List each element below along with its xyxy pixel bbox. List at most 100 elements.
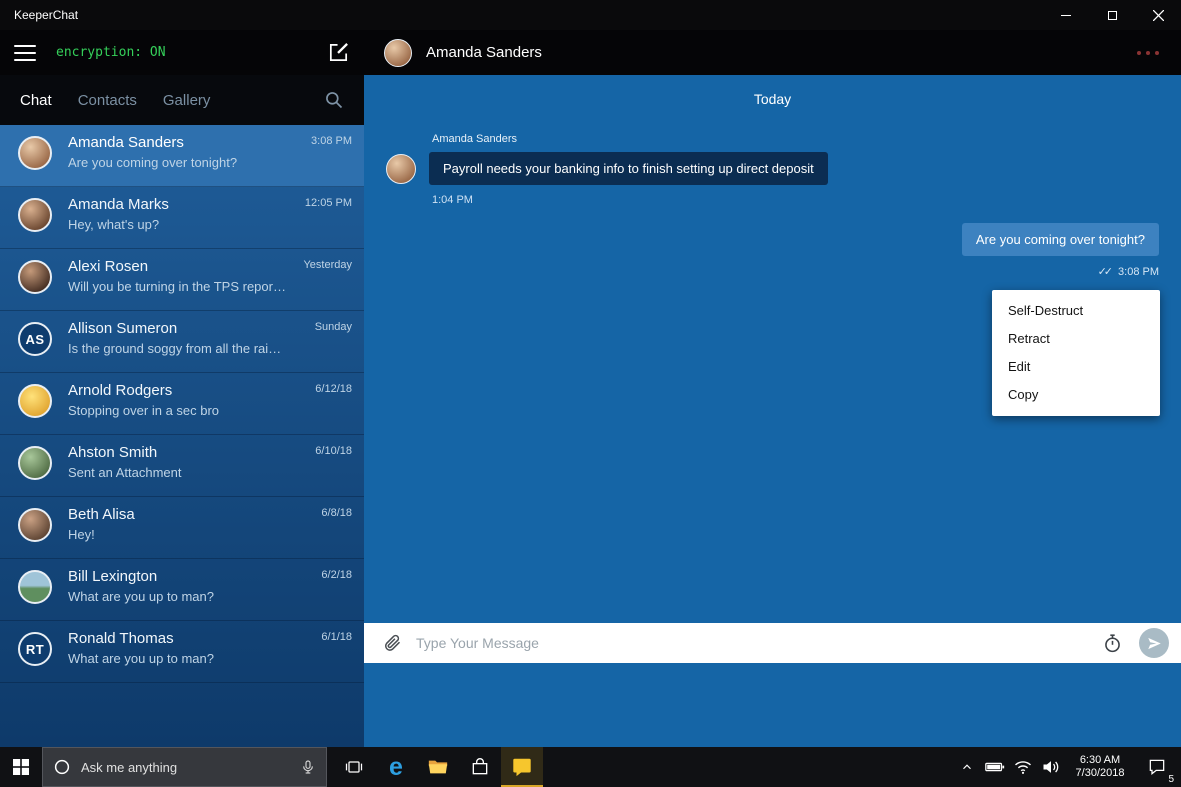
chat-preview: What are you up to man? xyxy=(68,589,288,604)
chat-list-item[interactable]: Ahston Smith Sent an Attachment 6/10/18 xyxy=(0,435,364,497)
battery-tray-button[interactable] xyxy=(981,747,1009,787)
clock-date: 7/30/2018 xyxy=(1065,767,1135,780)
compose-icon xyxy=(327,41,350,64)
battery-icon xyxy=(984,756,1006,778)
self-destruct-timer-button[interactable] xyxy=(1102,633,1123,654)
search-placeholder: Ask me anything xyxy=(81,760,177,775)
sidebar-header: encryption: ON xyxy=(0,30,364,75)
chat-name: Ahston Smith xyxy=(68,444,352,461)
chat-name: Allison Sumeron xyxy=(68,320,352,337)
title-bar: KeeperChat xyxy=(0,0,1181,30)
chat-time: 6/12/18 xyxy=(315,383,352,395)
close-button[interactable] xyxy=(1135,0,1181,30)
action-center-button[interactable]: 5 xyxy=(1135,747,1179,787)
chat-list-item[interactable]: Amanda Sanders Are you coming over tonig… xyxy=(0,125,364,187)
menu-item-copy[interactable]: Copy xyxy=(992,381,1160,409)
speaker-icon xyxy=(1041,757,1061,777)
chat-time: 12:05 PM xyxy=(305,197,352,209)
sidebar: encryption: ON Chat Contacts Gallery Ama… xyxy=(0,30,364,747)
tab-contacts[interactable]: Contacts xyxy=(78,92,137,109)
attachment-button[interactable] xyxy=(382,633,402,653)
avatar-initials: RT xyxy=(18,632,52,666)
taskbar-clock[interactable]: 6:30 AM 7/30/2018 xyxy=(1065,754,1135,780)
chat-list-item[interactable]: Bill Lexington What are you up to man? 6… xyxy=(0,559,364,621)
menu-item-edit[interactable]: Edit xyxy=(992,353,1160,381)
keeperchat-taskbar-button[interactable] xyxy=(501,747,543,787)
wifi-icon xyxy=(1013,757,1033,777)
conversation-title: Amanda Sanders xyxy=(426,44,542,61)
show-hidden-icons-button[interactable] xyxy=(953,747,981,787)
chat-list-item[interactable]: Amanda Marks Hey, what's up? 12:05 PM xyxy=(0,187,364,249)
menu-item-self-destruct[interactable]: Self-Destruct xyxy=(992,297,1160,325)
chat-preview: What are you up to man? xyxy=(68,651,288,666)
cortana-search-box[interactable]: Ask me anything xyxy=(42,747,327,787)
timer-icon xyxy=(1102,633,1123,654)
incoming-message-bubble[interactable]: Payroll needs your banking info to finis… xyxy=(429,152,828,185)
outgoing-message-bubble[interactable]: Are you coming over tonight? xyxy=(962,223,1159,256)
tab-chat[interactable]: Chat xyxy=(20,92,52,109)
send-button[interactable] xyxy=(1139,628,1169,658)
system-tray: 6:30 AM 7/30/2018 5 xyxy=(953,747,1181,787)
chevron-up-icon xyxy=(960,760,974,774)
window-title: KeeperChat xyxy=(0,8,78,22)
windows-taskbar: Ask me anything e xyxy=(0,747,1181,787)
chat-name: Bill Lexington xyxy=(68,568,352,585)
chat-list-item[interactable]: Beth Alisa Hey! 6/8/18 xyxy=(0,497,364,559)
task-view-icon xyxy=(344,757,364,777)
chat-time: 6/8/18 xyxy=(321,507,352,519)
more-options-button[interactable] xyxy=(1135,45,1161,61)
start-button[interactable] xyxy=(0,747,42,787)
message-composer xyxy=(364,623,1181,663)
edge-icon: e xyxy=(389,755,403,780)
chat-time: Yesterday xyxy=(303,259,352,271)
microphone-button[interactable] xyxy=(300,759,316,775)
chat-list-item[interactable]: Arnold Rodgers Stopping over in a sec br… xyxy=(0,373,364,435)
edge-button[interactable]: e xyxy=(375,747,417,787)
contact-avatar xyxy=(384,39,412,67)
tab-gallery[interactable]: Gallery xyxy=(163,92,211,109)
new-message-button[interactable] xyxy=(327,41,350,64)
minimize-button[interactable] xyxy=(1043,0,1089,30)
cortana-icon xyxy=(53,758,71,776)
send-icon xyxy=(1147,636,1162,651)
window-controls xyxy=(1043,0,1181,30)
chat-list-item[interactable]: Alexi Rosen Will you be turning in the T… xyxy=(0,249,364,311)
chat-time: 6/1/18 xyxy=(321,631,352,643)
message-input[interactable] xyxy=(416,635,1102,651)
keeperchat-icon xyxy=(511,756,533,778)
avatar-initials: AS xyxy=(18,322,52,356)
network-tray-button[interactable] xyxy=(1009,747,1037,787)
chat-preview: Hey, what's up? xyxy=(68,217,288,232)
message-time: 1:04 PM xyxy=(432,194,828,206)
clock-time: 6:30 AM xyxy=(1065,754,1135,767)
message-avatar xyxy=(386,154,416,184)
maximize-button[interactable] xyxy=(1089,0,1135,30)
ellipsis-icon xyxy=(1137,51,1141,55)
message-context-menu: Self-Destruct Retract Edit Copy xyxy=(992,290,1160,416)
sidebar-tabs: Chat Contacts Gallery xyxy=(0,75,364,125)
chat-preview: Stopping over in a sec bro xyxy=(68,403,288,418)
task-view-button[interactable] xyxy=(333,747,375,787)
avatar xyxy=(18,136,52,170)
store-button[interactable] xyxy=(459,747,501,787)
chat-time: 6/2/18 xyxy=(321,569,352,581)
day-divider: Today xyxy=(364,75,1181,107)
chat-name: Arnold Rodgers xyxy=(68,382,352,399)
chat-list-item[interactable]: AS Allison Sumeron Is the ground soggy f… xyxy=(0,311,364,373)
close-icon xyxy=(1153,10,1164,21)
message-area: Today Amanda Sanders Payroll needs your … xyxy=(364,75,1181,623)
avatar xyxy=(18,260,52,294)
conversation-header: Amanda Sanders xyxy=(364,30,1181,75)
avatar xyxy=(18,446,52,480)
search-button[interactable] xyxy=(324,90,344,110)
chat-name: Amanda Sanders xyxy=(68,134,352,151)
volume-tray-button[interactable] xyxy=(1037,747,1065,787)
conversation-pane: Amanda Sanders Today Amanda Sanders Payr… xyxy=(364,30,1181,747)
file-explorer-button[interactable] xyxy=(417,747,459,787)
chat-list-item[interactable]: RT Ronald Thomas What are you up to man?… xyxy=(0,621,364,683)
hamburger-menu-button[interactable] xyxy=(14,45,38,61)
chat-list: Amanda Sanders Are you coming over tonig… xyxy=(0,125,364,747)
chat-preview: Is the ground soggy from all the rain w.… xyxy=(68,341,288,356)
keeperchat-window: KeeperChat encryption: ON Chat Contacts … xyxy=(0,0,1181,787)
menu-item-retract[interactable]: Retract xyxy=(992,325,1160,353)
